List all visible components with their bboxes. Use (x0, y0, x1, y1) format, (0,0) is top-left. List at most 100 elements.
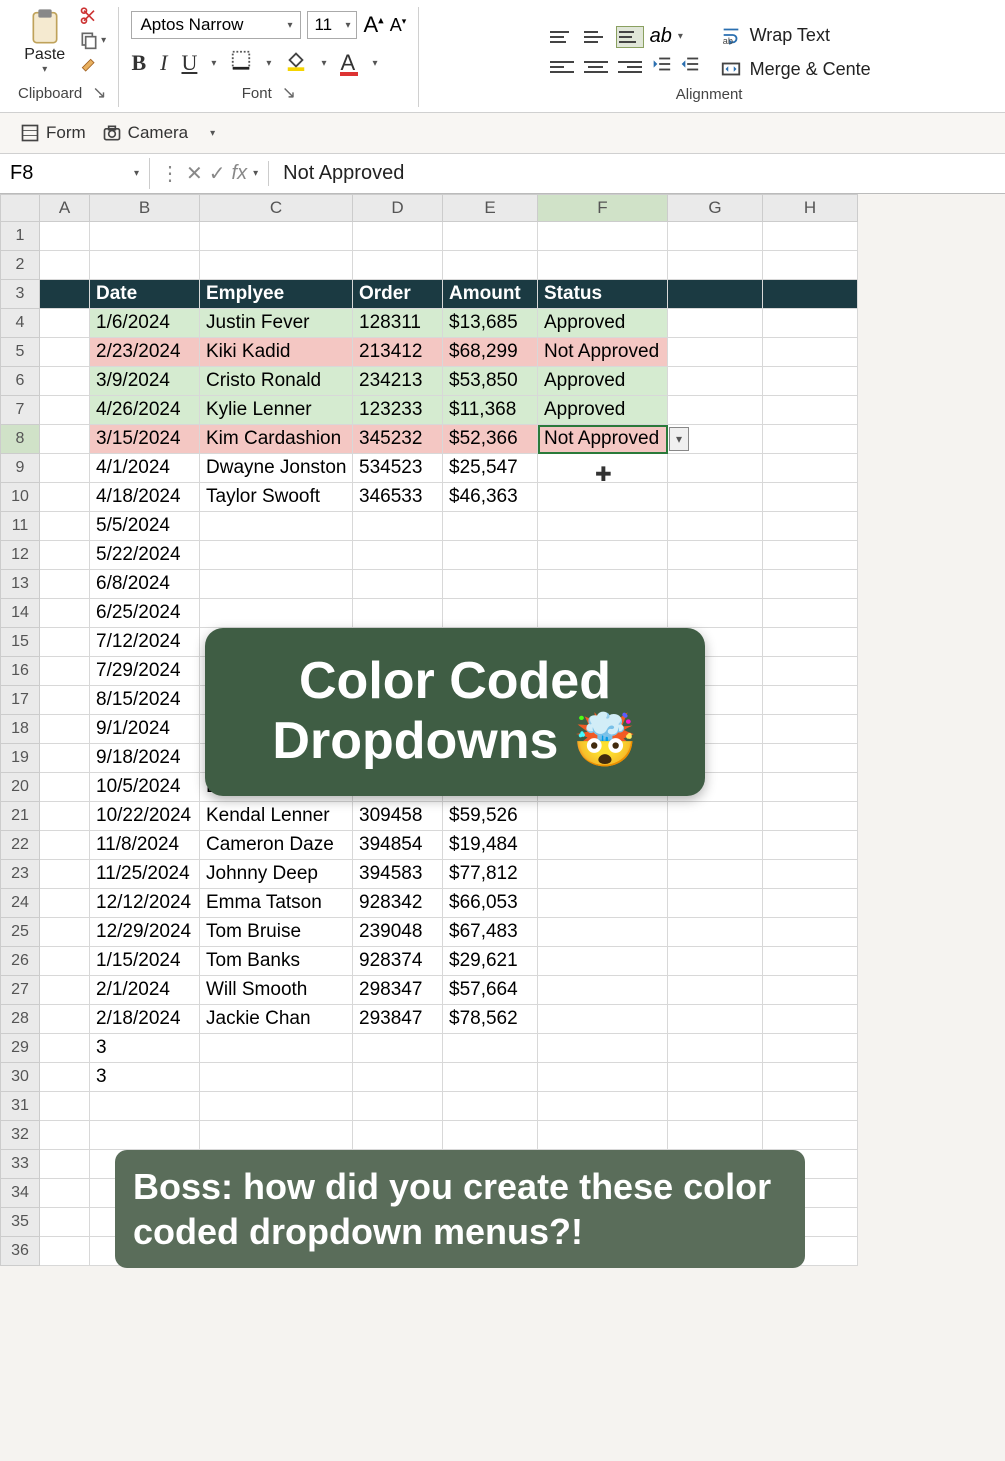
cell-F14[interactable] (538, 599, 668, 628)
cell-H3[interactable] (763, 280, 858, 309)
cell-G29[interactable] (668, 1034, 763, 1063)
cell-B29[interactable]: 3 (90, 1034, 200, 1063)
cell-B11[interactable]: 5/5/2024 (90, 512, 200, 541)
cell-E32[interactable] (443, 1121, 538, 1150)
cell-E1[interactable] (443, 222, 538, 251)
cell-F1[interactable] (538, 222, 668, 251)
row-header-19[interactable]: 19 (0, 744, 40, 773)
cell-F6[interactable]: Approved (538, 367, 668, 396)
row-header-8[interactable]: 8 (0, 425, 40, 454)
cell-A12[interactable] (40, 541, 90, 570)
cell-B13[interactable]: 6/8/2024 (90, 570, 200, 599)
cell-A32[interactable] (40, 1121, 90, 1150)
cell-A17[interactable] (40, 686, 90, 715)
cell-C5[interactable]: Kiki Kadid (200, 338, 353, 367)
cell-D32[interactable] (353, 1121, 443, 1150)
cell-D6[interactable]: 234213 (353, 367, 443, 396)
cell-G10[interactable] (668, 483, 763, 512)
row-header-5[interactable]: 5 (0, 338, 40, 367)
row-header-9[interactable]: 9 (0, 454, 40, 483)
column-header-E[interactable]: E (443, 194, 538, 222)
row-header-33[interactable]: 33 (0, 1150, 40, 1179)
cell-A20[interactable] (40, 773, 90, 802)
cell-C8[interactable]: Kim Cardashion (200, 425, 353, 454)
cell-D25[interactable]: 239048 (353, 918, 443, 947)
decrease-font-button[interactable]: A▾ (390, 15, 407, 36)
decrease-indent-button[interactable] (650, 54, 672, 79)
cell-C9[interactable]: Dwayne Jonston (200, 454, 353, 483)
cell-G13[interactable] (668, 570, 763, 599)
cell-D29[interactable] (353, 1034, 443, 1063)
row-header-30[interactable]: 30 (0, 1063, 40, 1092)
row-header-10[interactable]: 10 (0, 483, 40, 512)
cell-A22[interactable] (40, 831, 90, 860)
cell-D31[interactable] (353, 1092, 443, 1121)
cell-G24[interactable] (668, 889, 763, 918)
cell-E5[interactable]: $68,299 (443, 338, 538, 367)
cell-D11[interactable] (353, 512, 443, 541)
cell-C28[interactable]: Jackie Chan (200, 1005, 353, 1034)
format-painter-button[interactable] (79, 56, 106, 76)
cell-H16[interactable] (763, 657, 858, 686)
cell-F8[interactable]: Not Approved (538, 425, 668, 454)
cell-F32[interactable] (538, 1121, 668, 1150)
cell-E4[interactable]: $13,685 (443, 309, 538, 338)
cell-B25[interactable]: 12/29/2024 (90, 918, 200, 947)
row-header-34[interactable]: 34 (0, 1179, 40, 1208)
cell-C4[interactable]: Justin Fever (200, 309, 353, 338)
cell-G28[interactable] (668, 1005, 763, 1034)
wrap-text-button[interactable]: ab Wrap Text (720, 24, 871, 46)
cell-B23[interactable]: 11/25/2024 (90, 860, 200, 889)
cell-E24[interactable]: $66,053 (443, 889, 538, 918)
cell-A27[interactable] (40, 976, 90, 1005)
cell-G25[interactable] (668, 918, 763, 947)
cell-F13[interactable] (538, 570, 668, 599)
cell-A1[interactable] (40, 222, 90, 251)
cell-F2[interactable] (538, 251, 668, 280)
camera-button[interactable]: Camera (102, 123, 188, 143)
cell-A35[interactable] (40, 1208, 90, 1237)
row-header-31[interactable]: 31 (0, 1092, 40, 1121)
more-icon[interactable]: ⋮ (160, 161, 180, 186)
cell-B9[interactable]: 4/1/2024 (90, 454, 200, 483)
cell-B18[interactable]: 9/1/2024 (90, 715, 200, 744)
cell-B4[interactable]: 1/6/2024 (90, 309, 200, 338)
cell-F10[interactable] (538, 483, 668, 512)
row-header-14[interactable]: 14 (0, 599, 40, 628)
fill-color-button[interactable] (285, 49, 307, 77)
row-header-11[interactable]: 11 (0, 512, 40, 541)
cell-F23[interactable] (538, 860, 668, 889)
fx-button[interactable]: fx (232, 162, 248, 185)
cell-D22[interactable]: 394854 (353, 831, 443, 860)
cell-B12[interactable]: 5/22/2024 (90, 541, 200, 570)
borders-button[interactable] (230, 49, 252, 77)
cell-B5[interactable]: 2/23/2024 (90, 338, 200, 367)
cell-B31[interactable] (90, 1092, 200, 1121)
cell-B20[interactable]: 10/5/2024 (90, 773, 200, 802)
cell-C13[interactable] (200, 570, 353, 599)
cell-D1[interactable] (353, 222, 443, 251)
cell-A13[interactable] (40, 570, 90, 599)
font-size-dropdown[interactable]: 11 ▾ (307, 11, 357, 39)
cell-H6[interactable] (763, 367, 858, 396)
cell-A30[interactable] (40, 1063, 90, 1092)
column-header-G[interactable]: G (668, 194, 763, 222)
cell-H15[interactable] (763, 628, 858, 657)
cell-H7[interactable] (763, 396, 858, 425)
cell-C23[interactable]: Johnny Deep (200, 860, 353, 889)
cell-F22[interactable] (538, 831, 668, 860)
cell-F3[interactable]: Status (538, 280, 668, 309)
cell-B22[interactable]: 11/8/2024 (90, 831, 200, 860)
cell-F21[interactable] (538, 802, 668, 831)
row-header-26[interactable]: 26 (0, 947, 40, 976)
cell-A34[interactable] (40, 1179, 90, 1208)
customize-dropdown[interactable]: ▾ (210, 128, 215, 139)
column-header-B[interactable]: B (90, 194, 200, 222)
cell-E8[interactable]: $52,366 (443, 425, 538, 454)
cell-D12[interactable] (353, 541, 443, 570)
cell-B16[interactable]: 7/29/2024 (90, 657, 200, 686)
cell-H21[interactable] (763, 802, 858, 831)
cell-E6[interactable]: $53,850 (443, 367, 538, 396)
row-header-17[interactable]: 17 (0, 686, 40, 715)
cell-D26[interactable]: 928374 (353, 947, 443, 976)
